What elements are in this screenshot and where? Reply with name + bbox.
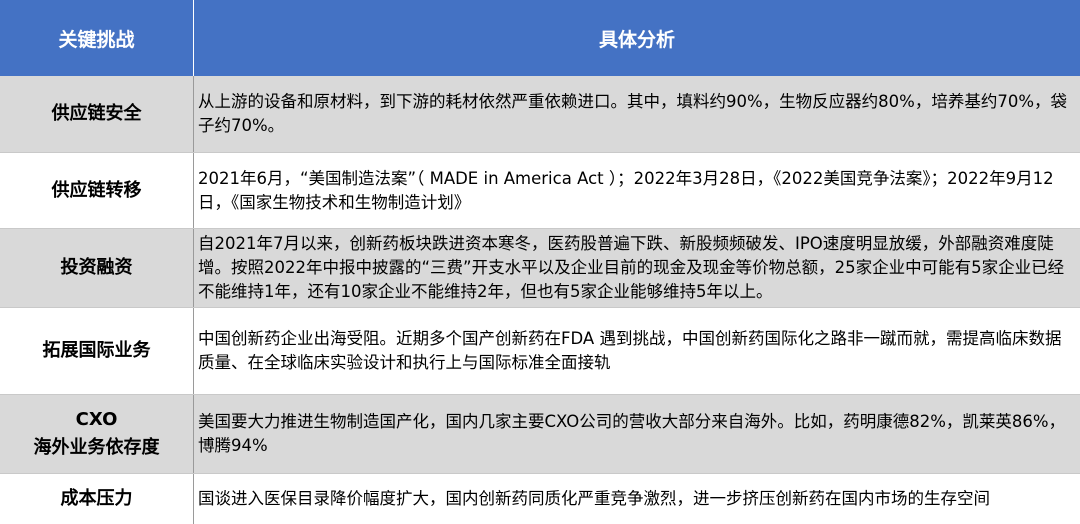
row-content: 美国要大力推进生物制造国产化，国内几家主要CXO公司的营收大部分来自海外。比如，… bbox=[194, 395, 1080, 473]
row-content-text: 自2021年7月以来，创新药板块跌进资本寒冬，医药股普遍下跌、新股频频破发、IP… bbox=[198, 234, 1065, 301]
challenges-table: 关键挑战 具体分析 供应链安全 从上游的设备和原材料，到下游的耗材依然严重依赖进… bbox=[0, 0, 1080, 524]
row-content-text: 从上游的设备和原材料，到下游的耗材依然严重依赖进口。其中，填料约90%，生物反应… bbox=[198, 92, 1068, 135]
row-label: 成本压力 bbox=[0, 474, 194, 524]
row-label: 拓展国际业务 bbox=[0, 308, 194, 394]
row-label-text: 海外业务依存度 bbox=[33, 437, 160, 458]
row-content-text: 中国创新药企业出海受阻。近期多个国产创新药在FDA 遇到挑战，中国创新药国际化之… bbox=[198, 329, 1062, 372]
header-analysis: 具体分析 bbox=[598, 28, 675, 51]
row-content: 从上游的设备和原材料，到下游的耗材依然严重依赖进口。其中，填料约90%，生物反应… bbox=[194, 76, 1080, 152]
row-label: 投资融资 bbox=[0, 229, 194, 307]
table-row: 供应链转移 2021年6月，“美国制造法案”（ MADE in America … bbox=[0, 153, 1080, 229]
row-label-text: 供应链安全 bbox=[51, 103, 142, 124]
row-label-text: 投资融资 bbox=[60, 257, 133, 278]
row-content-text: 2021年6月，“美国制造法案”（ MADE in America Act ）；… bbox=[198, 168, 1054, 212]
row-content: 国谈进入医保目录降价幅度扩大，国内创新药同质化严重竞争激烈，进一步挤压创新药在国… bbox=[194, 474, 1080, 524]
table-row: 拓展国际业务 中国创新药企业出海受阻。近期多个国产创新药在FDA 遇到挑战，中国… bbox=[0, 308, 1080, 395]
row-label: 供应链安全 bbox=[0, 76, 194, 152]
table-row: 供应链安全 从上游的设备和原材料，到下游的耗材依然严重依赖进口。其中，填料约90… bbox=[0, 76, 1080, 153]
row-content-text: 美国要大力推进生物制造国产化，国内几家主要CXO公司的营收大部分来自海外。比如，… bbox=[198, 412, 1066, 455]
row-label: CXO 海外业务依存度 bbox=[0, 395, 194, 473]
header-key-challenges: 关键挑战 bbox=[0, 0, 194, 76]
row-content-text: 国谈进入医保目录降价幅度扩大，国内创新药同质化严重竞争激烈，进一步挤压创新药在国… bbox=[198, 489, 990, 508]
row-label-text: CXO bbox=[75, 409, 118, 430]
table-row: 投资融资 自2021年7月以来，创新药板块跌进资本寒冬，医药股普遍下跌、新股频频… bbox=[0, 229, 1080, 308]
table-row: 成本压力 国谈进入医保目录降价幅度扩大，国内创新药同质化严重竞争激烈，进一步挤压… bbox=[0, 474, 1080, 524]
table-header: 关键挑战 具体分析 bbox=[0, 0, 1080, 76]
row-label-text: 成本压力 bbox=[60, 488, 133, 509]
row-content: 2021年6月，“美国制造法案”（ MADE in America Act ）；… bbox=[194, 153, 1080, 228]
table-row: CXO 海外业务依存度 美国要大力推进生物制造国产化，国内几家主要CXO公司的营… bbox=[0, 395, 1080, 474]
row-label: 供应链转移 bbox=[0, 153, 194, 228]
row-content: 自2021年7月以来，创新药板块跌进资本寒冬，医药股普遍下跌、新股频频破发、IP… bbox=[194, 229, 1080, 307]
row-content: 中国创新药企业出海受阻。近期多个国产创新药在FDA 遇到挑战，中国创新药国际化之… bbox=[194, 308, 1080, 394]
row-label-text: 供应链转移 bbox=[51, 179, 142, 201]
row-label-text: 拓展国际业务 bbox=[42, 340, 151, 361]
